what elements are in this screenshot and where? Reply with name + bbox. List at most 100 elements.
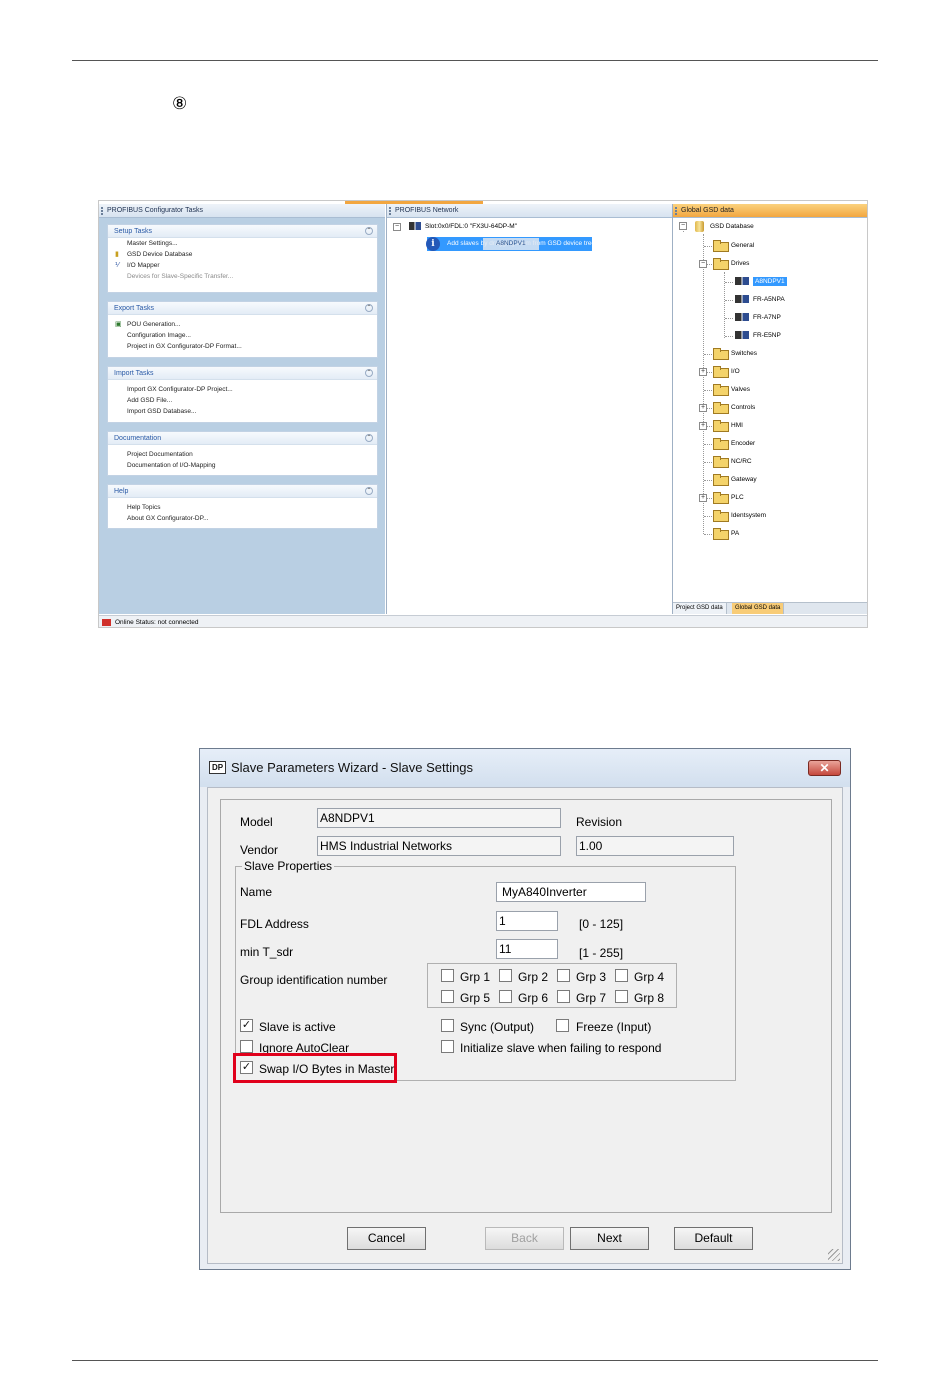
slave-active-checkbox[interactable]: ✓ [240,1019,253,1032]
name-input[interactable]: MyA840Inverter [496,882,646,902]
folder-label: HMI [731,422,743,429]
gsd-folder-pa[interactable]: PA [713,528,739,541]
group-6-label: Grp 6 [518,991,549,1005]
section-header[interactable]: Setup Tasks ⌃ [108,225,377,238]
cancel-button[interactable]: Cancel [347,1227,426,1250]
folder-icon [713,510,729,523]
group-1-checkbox[interactable] [441,969,454,982]
section-header[interactable]: Documentation ⌃ [108,432,377,445]
section-title: Import Tasks [114,370,154,377]
section-header[interactable]: Import Tasks ⌃ [108,367,377,380]
section-title: Help [114,488,129,495]
gsd-device-fr-a7np[interactable]: FR-A7NP [735,312,781,324]
initialize-slave-checkbox[interactable] [441,1040,454,1053]
gsd-folder-nc-rc[interactable]: NC/RC [713,456,752,469]
task-project-documentation[interactable]: Project Documentation [108,449,377,460]
drag-ghost: A8NDPV1 [483,238,539,250]
collapse-root-icon[interactable]: − [679,222,687,230]
collapse-node-icon[interactable]: − [699,260,707,268]
tab-global-gsd[interactable]: Global GSD data [732,603,785,614]
ignore-autoclear-checkbox[interactable] [240,1040,253,1053]
collapse-icon[interactable]: ⌃ [365,369,373,377]
next-button[interactable]: Next [570,1227,649,1250]
group-4-label: Grp 4 [634,970,665,984]
gsd-folder-identsystem[interactable]: Identsystem [713,510,767,523]
section-import-tasks: Import Tasks ⌃ Import GX Configurator-DP … [107,366,378,423]
task-import-gsd[interactable]: Import GSD Database... [108,406,377,417]
freeze-checkbox[interactable] [556,1019,569,1032]
task-help-topics[interactable]: Help Topics [108,502,377,513]
gsd-folder-hmi[interactable]: HMI [713,420,743,433]
task-add-gsd[interactable]: Add GSD File... [108,395,377,406]
collapse-icon[interactable]: ⌃ [365,487,373,495]
gsd-folder-valves[interactable]: Valves [713,384,750,397]
group-6-checkbox[interactable] [499,990,512,1003]
initialize-slave-label: Initialize slave when failing to respond [460,1041,662,1055]
group-7-checkbox[interactable] [557,990,570,1003]
gsd-folder-drives[interactable]: Drives [713,258,749,271]
gsd-device-a8ndpv1[interactable]: A8NDPV1 [735,276,787,288]
expand-node-icon[interactable]: + [699,422,707,430]
task-gsd-database[interactable]: ▮ GSD Device Database [108,249,377,260]
name-label: Name [240,885,273,899]
gsd-folder-plc[interactable]: PLC [713,492,744,505]
close-button[interactable]: ✕ [808,760,841,776]
section-header[interactable]: Help ⌃ [108,485,377,498]
back-button[interactable]: Back [485,1227,564,1250]
folder-label: Encoder [731,440,756,447]
task-slave-transfer[interactable]: Devices for Slave-Specific Transfer... [108,271,377,282]
gsd-device-fr-e5np[interactable]: FR-E5NP [735,330,781,342]
group-3-checkbox[interactable] [557,969,570,982]
task-import-project[interactable]: Import GX Configurator-DP Project... [108,384,377,395]
expand-node-icon[interactable]: + [699,494,707,502]
vendor-field: HMS Industrial Networks [317,836,561,856]
folder-icon [713,438,729,451]
expand-node-icon[interactable]: + [699,368,707,376]
gsd-folder-switches[interactable]: Switches [713,348,757,361]
sync-checkbox[interactable] [441,1019,454,1032]
tab-project-gsd[interactable]: Project GSD data [673,603,727,614]
task-pou-generation[interactable]: ▣ POU Generation... [108,319,377,330]
expand-node-icon[interactable]: + [699,404,707,412]
gsd-folder-encoder[interactable]: Encoder [713,438,756,451]
section-header[interactable]: Export Tasks ⌃ [108,302,377,315]
resize-grip-icon[interactable] [828,1249,840,1261]
gsd-device-fr-a5npa[interactable]: FR-A5NPA [735,294,785,306]
tsdr-input[interactable]: 11 [496,939,558,959]
folder-icon [713,258,729,271]
group-2-checkbox[interactable] [499,969,512,982]
gsd-root[interactable]: GSD Database [695,221,754,233]
task-label: Documentation of I/O-Mapping [127,462,216,469]
gsd-folder-general[interactable]: General [713,240,754,253]
gsd-folder-controls[interactable]: Controls [713,402,755,415]
master-node[interactable]: Slot:0x0/FDL:0 "FX3U-64DP-M" [409,221,517,233]
task-project-export[interactable]: Project in GX Configurator-DP Format... [108,341,377,352]
default-button[interactable]: Default [674,1227,753,1250]
collapse-icon[interactable]: ⌃ [365,227,373,235]
task-about[interactable]: About GX Configurator-DP... [108,513,377,524]
gsd-folder-i-o[interactable]: I/O [713,366,740,379]
collapse-node-icon[interactable]: − [393,223,401,231]
task-label: Configuration Image... [127,332,191,339]
folder-label: Identsystem [731,512,767,519]
group-5-checkbox[interactable] [441,990,454,1003]
task-io-mapper[interactable]: ⅟ I/O Mapper [108,260,377,271]
group-8-label: Grp 8 [634,991,665,1005]
collapse-icon[interactable]: ⌃ [365,434,373,442]
task-label: Add GSD File... [127,397,173,404]
collapse-icon[interactable]: ⌃ [365,304,373,312]
task-master-settings[interactable]: Master Settings... [108,238,377,249]
group-3-label: Grp 3 [576,970,607,984]
network-panel-header: PROFIBUS Network [387,204,672,218]
gsd-folder-gateway[interactable]: Gateway [713,474,757,487]
revision-field: 1.00 [576,836,734,856]
grip-icon [101,207,103,215]
group-8-checkbox[interactable] [615,990,628,1003]
swap-io-checkbox[interactable]: ✓ [240,1061,253,1074]
fdl-address-input[interactable]: 1 [496,911,558,931]
task-configuration-image[interactable]: Configuration Image... [108,330,377,341]
task-io-documentation[interactable]: Documentation of I/O-Mapping [108,460,377,471]
network-panel: PROFIBUS Network − Slot:0x0/FDL:0 "FX3U-… [386,204,672,614]
database-icon: ▮ [115,251,119,258]
group-4-checkbox[interactable] [615,969,628,982]
